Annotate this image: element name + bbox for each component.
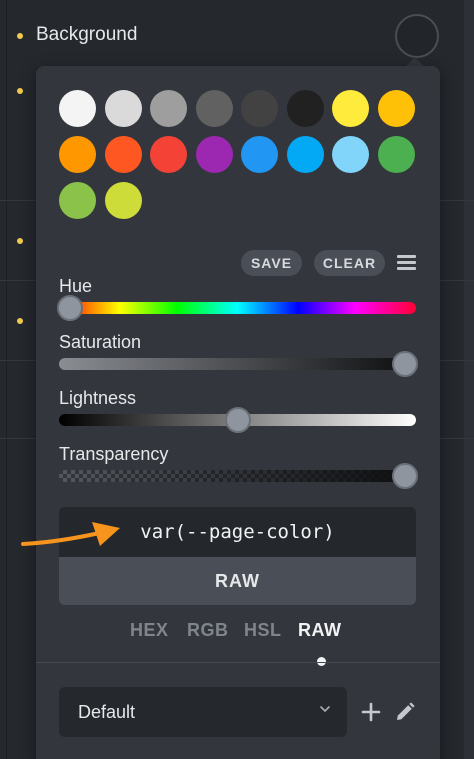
clear-button[interactable]: CLEAR — [314, 250, 385, 276]
panel-border — [6, 0, 7, 759]
row-bullet — [17, 238, 23, 244]
menu-icon[interactable] — [397, 255, 416, 271]
color-swatch[interactable] — [104, 90, 142, 127]
color-swatch[interactable] — [195, 136, 233, 173]
row-bullet — [17, 318, 23, 324]
color-swatch[interactable] — [104, 182, 142, 219]
color-swatch[interactable] — [59, 90, 96, 127]
format-tab-hsl[interactable]: HSL — [244, 620, 282, 641]
color-swatch[interactable] — [332, 90, 369, 127]
color-swatch[interactable] — [104, 136, 142, 173]
format-tab-raw[interactable]: RAW — [298, 620, 342, 641]
raw-mode-button[interactable]: RAW — [59, 557, 416, 605]
palette-select-value: Default — [78, 701, 136, 722]
saturation-slider[interactable] — [59, 358, 416, 370]
popup-divider — [36, 662, 440, 663]
color-swatch[interactable] — [377, 136, 415, 173]
color-swatch[interactable] — [286, 136, 324, 173]
saturation-label: Saturation — [59, 332, 142, 352]
color-swatch[interactable] — [195, 90, 233, 127]
color-swatch[interactable] — [241, 90, 278, 127]
palette-select[interactable]: Default — [59, 687, 347, 737]
save-button[interactable]: SAVE — [241, 250, 302, 276]
hue-slider-thumb[interactable] — [56, 295, 83, 321]
color-swatch[interactable] — [150, 136, 187, 173]
color-swatch[interactable] — [332, 136, 369, 173]
color-swatch[interactable] — [377, 90, 415, 127]
hue-label: Hue — [59, 276, 93, 296]
panel-scroll-strip — [464, 0, 474, 759]
hue-slider[interactable] — [59, 302, 416, 314]
color-swatch[interactable] — [59, 182, 96, 219]
color-swatch[interactable] — [286, 90, 324, 127]
color-swatch[interactable] — [59, 136, 96, 173]
chevron-down-icon[interactable] — [318, 702, 332, 716]
format-tab-rgb[interactable]: RGB — [187, 620, 229, 641]
row-bullet — [17, 88, 23, 94]
format-tab-hex[interactable]: HEX — [130, 620, 169, 641]
color-swatch[interactable] — [150, 90, 187, 127]
row-bullet — [17, 33, 23, 39]
arrow-annotation-icon — [21, 522, 120, 546]
color-swatch[interactable] — [241, 136, 278, 173]
lightness-slider-thumb[interactable] — [224, 407, 251, 433]
transparency-label: Transparency — [59, 444, 169, 464]
transparency-slider[interactable] — [59, 470, 416, 482]
lightness-label: Lightness — [59, 388, 137, 408]
background-color-swatch[interactable] — [395, 14, 439, 58]
pencil-icon[interactable] — [395, 702, 415, 722]
property-label: Background — [36, 24, 138, 45]
plus-icon[interactable] — [361, 702, 381, 722]
